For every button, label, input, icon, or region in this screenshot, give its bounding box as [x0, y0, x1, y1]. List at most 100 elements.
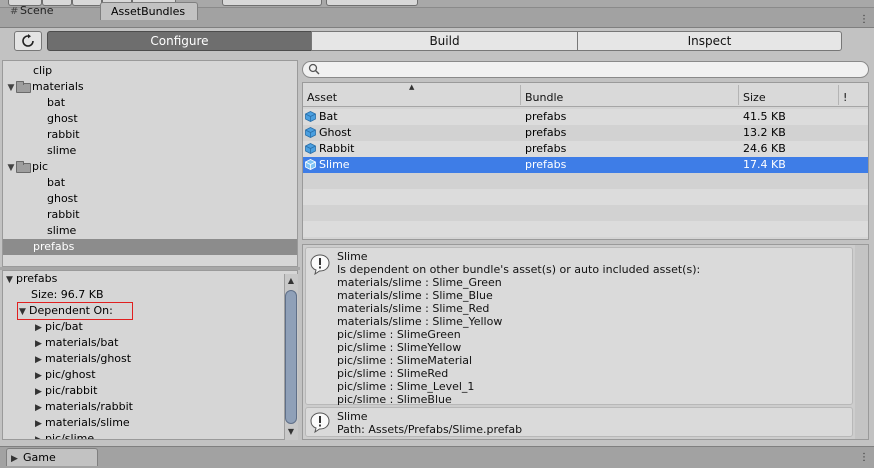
dependency-item[interactable]: ▶ materials/bat: [35, 335, 118, 351]
refresh-button[interactable]: [14, 31, 42, 51]
tree-item-label: pic: [32, 160, 49, 173]
column-header-asset[interactable]: Asset: [307, 91, 337, 104]
tree-item-materials-ghost[interactable]: ghost: [3, 111, 297, 127]
tab-scene[interactable]: # Scene: [4, 2, 98, 20]
tab-scene-label: Scene: [20, 4, 54, 17]
column-divider[interactable]: [738, 85, 739, 105]
dependent-on-foldout[interactable]: ▼ Dependent On:: [19, 303, 113, 319]
column-divider[interactable]: [838, 85, 839, 105]
tab-assetbundles-label: AssetBundles: [111, 5, 186, 18]
message-line: materials/slime : Slime_Red: [337, 302, 490, 315]
tree-item-pic[interactable]: ▼ pic: [3, 159, 297, 175]
tree-item-pic-slime[interactable]: slime: [3, 223, 297, 239]
tree-item-label: clip: [33, 64, 53, 77]
asset-name: Bat: [319, 110, 338, 123]
sort-ascending-icon: ▲: [409, 83, 415, 91]
tab-configure[interactable]: Configure: [47, 31, 312, 51]
asset-name: Rabbit: [319, 142, 355, 155]
dependency-item[interactable]: ▶ materials/ghost: [35, 351, 131, 367]
path-message-box: Slime Path: Assets/Prefabs/Slime.prefab: [305, 407, 853, 437]
tab-build[interactable]: Build: [311, 31, 578, 51]
dependency-item[interactable]: ▶ pic/ghost: [35, 367, 96, 383]
window-menu-icon[interactable]: ⋮: [858, 14, 870, 26]
expand-arrow-icon[interactable]: ▶: [35, 432, 45, 439]
table-row-empty: [303, 173, 868, 189]
tree-item-prefabs[interactable]: prefabs: [3, 239, 297, 255]
scroll-up-icon[interactable]: ▲: [285, 275, 297, 287]
message-line: pic/slime : SlimeGreen: [337, 328, 461, 341]
dependency-message-box: Slime Is dependent on other bundle's ass…: [305, 247, 853, 406]
dependency-item[interactable]: ▶ materials/slime: [35, 415, 130, 431]
tree-item-pic-ghost[interactable]: ghost: [3, 191, 297, 207]
expand-arrow-icon[interactable]: ▼: [6, 160, 16, 176]
folder-icon: [16, 81, 31, 93]
folder-icon: [16, 161, 31, 173]
refresh-icon: [22, 34, 34, 47]
tree-item-materials-bat[interactable]: bat: [3, 95, 297, 111]
tab-inspect[interactable]: Inspect: [577, 31, 842, 51]
message-scrollbar[interactable]: [855, 245, 868, 439]
expand-arrow-icon[interactable]: ▶: [35, 320, 45, 336]
asset-name: Ghost: [319, 126, 352, 139]
dependent-on-label: Dependent On:: [29, 304, 113, 317]
tree-item-label: slime: [47, 144, 77, 157]
table-row-empty: [303, 205, 868, 221]
prefab-cube-icon: [305, 111, 316, 122]
dependency-item[interactable]: ▶ pic/bat: [35, 319, 83, 335]
table-row-empty: [303, 189, 868, 205]
tree-item-label: ghost: [47, 112, 78, 125]
column-header-warning[interactable]: !: [843, 91, 847, 104]
message-line: pic/slime : SlimeBlue: [337, 393, 452, 406]
tree-item-materials[interactable]: ▼ materials: [3, 79, 297, 95]
tree-item-pic-rabbit[interactable]: rabbit: [3, 207, 297, 223]
message-line: pic/slime : SlimeYellow: [337, 341, 462, 354]
bundle-detail-header[interactable]: ▼ prefabs: [6, 271, 57, 287]
column-header-size[interactable]: Size: [743, 91, 766, 104]
tree-item-materials-slime[interactable]: slime: [3, 143, 297, 159]
tree-item-label: bat: [47, 176, 66, 189]
table-row[interactable]: Slime prefabs 17.4 KB: [303, 157, 868, 173]
dependency-item[interactable]: ▶ materials/rabbit: [35, 399, 133, 415]
column-header-bundle[interactable]: Bundle: [525, 91, 563, 104]
detail-scrollbar-thumb[interactable]: [285, 290, 297, 424]
expand-arrow-icon[interactable]: ▶: [35, 400, 45, 416]
tree-item-label: bat: [47, 96, 66, 109]
message-panel: Slime Is dependent on other bundle's ass…: [302, 244, 869, 440]
expand-arrow-icon[interactable]: ▶: [35, 336, 45, 352]
tree-item-pic-bat[interactable]: bat: [3, 175, 297, 191]
table-row-empty: [303, 221, 868, 237]
asset-path: Path: Assets/Prefabs/Slime.prefab: [337, 423, 523, 436]
table-row[interactable]: Ghost prefabs 13.2 KB: [303, 125, 868, 141]
search-input[interactable]: [302, 61, 869, 78]
tree-item-label: rabbit: [47, 208, 80, 221]
tab-game[interactable]: ▶ Game: [6, 448, 98, 466]
collapse-arrow-icon[interactable]: ▼: [6, 272, 16, 288]
dependency-item[interactable]: ▶ pic/slime: [35, 431, 94, 439]
message-line: Is dependent on other bundle's asset(s) …: [337, 263, 701, 276]
dependency-label: materials/ghost: [45, 352, 132, 365]
expand-arrow-icon[interactable]: ▼: [6, 80, 16, 96]
pivot-toggle-button[interactable]: [222, 0, 322, 6]
dependency-item[interactable]: ▶ pic/rabbit: [35, 383, 97, 399]
table-row[interactable]: Bat prefabs 41.5 KB: [303, 109, 868, 125]
message-title: Slime: [337, 410, 368, 423]
column-divider[interactable]: [520, 85, 521, 105]
tree-item-label: ghost: [47, 192, 78, 205]
dependency-label: pic/rabbit: [45, 384, 98, 397]
tab-assetbundles[interactable]: AssetBundles: [100, 2, 198, 20]
expand-arrow-icon[interactable]: ▶: [35, 352, 45, 368]
scroll-down-icon[interactable]: ▼: [285, 426, 297, 438]
table-row[interactable]: Rabbit prefabs 24.6 KB: [303, 141, 868, 157]
message-title: Slime: [337, 250, 368, 263]
bottom-tab-strip: [0, 446, 874, 468]
tree-item-clip[interactable]: clip: [3, 63, 297, 79]
collapse-arrow-icon[interactable]: ▼: [19, 304, 29, 320]
expand-arrow-icon[interactable]: ▶: [35, 368, 45, 384]
tree-item-materials-rabbit[interactable]: rabbit: [3, 127, 297, 143]
expand-arrow-icon[interactable]: ▶: [35, 416, 45, 432]
window-menu-icon[interactable]: ⋮: [858, 452, 870, 464]
global-toggle-button[interactable]: [326, 0, 418, 6]
asset-size: 41.5 KB: [743, 110, 786, 123]
expand-arrow-icon[interactable]: ▶: [35, 384, 45, 400]
grid-icon: #: [10, 6, 19, 17]
